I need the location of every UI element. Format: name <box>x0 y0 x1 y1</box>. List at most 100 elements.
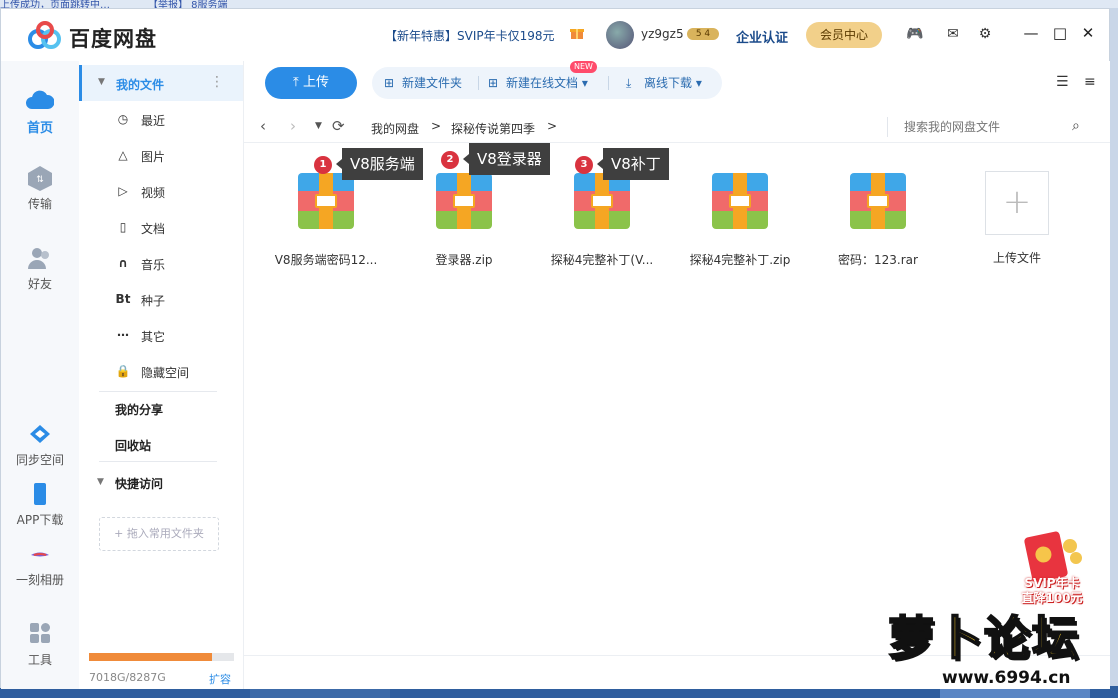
sidebar-item-label: 图片 <box>141 150 166 164</box>
sidebar-item-label: 文档 <box>141 222 166 236</box>
nav-tools[interactable]: 工具 <box>1 621 79 668</box>
annotation-label: V8服务端 <box>336 148 423 180</box>
document-icon: ▯ <box>119 220 127 234</box>
list-view-icon[interactable]: ≡ <box>1084 74 1096 90</box>
sidebar-item-label: 视频 <box>141 186 166 200</box>
nav-sync-space[interactable]: 同步空间 <box>1 421 79 468</box>
zip-file-icon <box>574 173 630 229</box>
album-icon <box>31 552 49 557</box>
caret-down-icon[interactable]: ▼ <box>97 477 104 487</box>
upload-button-label: 上传 <box>302 75 329 90</box>
enterprise-auth-link[interactable]: 企业认证 <box>736 27 788 46</box>
caret-down-icon[interactable]: ▼ <box>98 77 105 87</box>
sidebar-item-label: 其它 <box>141 330 166 344</box>
breadcrumb-root[interactable]: 我的网盘 <box>371 120 419 137</box>
sidebar-item-other[interactable]: ⋯ 其它 <box>79 317 243 353</box>
storage-usage-bar <box>89 653 234 661</box>
sidebar-item-videos[interactable]: ▷ 视频 <box>79 173 243 209</box>
sidebar-item-torrents[interactable]: Bt 种子 <box>79 281 243 317</box>
mail-icon[interactable]: ✉ <box>944 25 962 43</box>
annotation-label: V8补丁 <box>597 148 669 180</box>
nav-friends[interactable]: 好友 <box>1 245 79 292</box>
file-item[interactable]: 探秘4完整补丁(V... <box>538 173 666 268</box>
nav-transfer[interactable]: ⇅ 传输 <box>1 165 79 212</box>
zip-file-icon <box>298 173 354 229</box>
nav-tools-label: 工具 <box>27 653 52 667</box>
watermark: 萝卜论坛 www.6994.cn <box>872 596 1112 692</box>
maximize-icon[interactable]: □ <box>1050 23 1070 43</box>
annotation-number: 2 <box>441 151 459 169</box>
new-folder-button[interactable]: ⊞ 新建文件夹 <box>384 67 462 99</box>
gift-icon[interactable] <box>570 26 584 40</box>
back-icon[interactable]: ‹ <box>260 117 266 135</box>
expand-storage-link[interactable]: 扩容 <box>209 671 231 687</box>
close-icon[interactable]: ✕ <box>1078 23 1098 43</box>
sidebar-item-images[interactable]: △ 图片 <box>79 137 243 173</box>
sidebar-item-my-share[interactable]: 我的分享 <box>115 401 163 418</box>
divider <box>99 391 217 392</box>
nav-album[interactable]: 一刻相册 <box>1 541 79 588</box>
lock-icon: 🔒 <box>115 364 131 378</box>
file-item[interactable]: V8服务端密码12... <box>262 173 390 268</box>
baidu-netdisk-logo <box>28 21 61 49</box>
annotation-number: 1 <box>314 156 332 174</box>
brand-name: 百度网盘 <box>69 27 157 51</box>
nav-friends-label: 好友 <box>27 277 52 291</box>
forward-icon[interactable]: › <box>290 117 296 135</box>
annotation-number: 3 <box>575 156 593 174</box>
sidebar-item-my-files[interactable]: ▼ 我的文件 ⋮ <box>79 65 243 101</box>
upload-icon: ⤒ <box>293 75 303 90</box>
vip-center-button[interactable]: 会员中心 <box>806 22 882 48</box>
sort-icon[interactable]: ☰ <box>1056 74 1069 90</box>
plus-icon: + <box>1002 182 1032 222</box>
sidebar-item-music[interactable]: ∩ 音乐 <box>79 245 243 281</box>
search-input[interactable] <box>887 117 1087 137</box>
search-icon[interactable]: ⌕ <box>1072 118 1080 134</box>
sidebar-item-hidden-space[interactable]: 🔒 隐藏空间 <box>79 353 243 389</box>
chevron-down-icon: ▾ <box>581 76 588 90</box>
more-icon: ⋯ <box>117 328 129 342</box>
sidebar-item-documents[interactable]: ▯ 文档 <box>79 209 243 245</box>
file-name: 探秘4完整补丁.zip <box>689 253 791 267</box>
sidebar-item-recycle-bin[interactable]: 回收站 <box>115 437 151 454</box>
gamepad-icon[interactable]: 🎮 <box>906 25 924 43</box>
upload-file-tile[interactable]: + <box>985 171 1049 235</box>
sidebar-item-label: 音乐 <box>141 258 166 272</box>
breadcrumb-separator: > <box>431 119 442 133</box>
toolbar-action-group: ⊞ 新建文件夹 ⊞ 新建在线文档 ▾ ⤓ 离线下载 ▾ <box>372 67 722 99</box>
file-item[interactable]: 探秘4完整补丁.zip <box>676 173 804 268</box>
watermark-text: 萝卜论坛 <box>887 610 1080 666</box>
new-badge: NEW <box>570 61 597 73</box>
offline-download-label: 离线下载 <box>644 76 693 90</box>
offline-download-button[interactable]: ⤓ 离线下载 ▾ <box>626 67 702 99</box>
minimize-icon[interactable]: — <box>1021 23 1041 43</box>
left-navigation: 首页 ⇅ 传输 好友 同步空间 APP下载 一刻相册 工具 <box>1 61 79 689</box>
refresh-icon[interactable]: ⟳ <box>332 117 345 135</box>
new-folder-label: 新建文件夹 <box>402 76 463 90</box>
svip-promo-link[interactable]: 【新年特惠】SVIP年卡仅198元 <box>385 27 555 44</box>
username[interactable]: yz9gz5 <box>641 27 684 41</box>
more-vertical-icon[interactable]: ⋮ <box>210 74 224 90</box>
divider <box>99 461 217 462</box>
cloud-icon <box>26 90 54 109</box>
nav-app-download[interactable]: APP下载 <box>1 481 79 528</box>
svip-promo-line1: SVIP年卡 <box>1024 576 1080 590</box>
upload-button[interactable]: ⤒ 上传 <box>265 67 357 99</box>
file-item[interactable]: 登录器.zip <box>400 173 528 268</box>
zip-file-icon <box>436 173 492 229</box>
drop-folder-zone[interactable]: + 拖入常用文件夹 <box>99 517 219 551</box>
title-bar: 百度网盘 【新年特惠】SVIP年卡仅198元 yz9gz5 5 4 企业认证 会… <box>1 9 1109 61</box>
doc-plus-icon: ⊞ <box>488 76 499 90</box>
nav-home-label: 首页 <box>26 121 53 136</box>
avatar[interactable] <box>606 21 634 49</box>
nav-home[interactable]: 首页 <box>1 87 79 136</box>
path-bar: ‹ › ▼ ⟳ 我的网盘 > 探秘传说第四季 > ⌕ <box>244 111 1110 143</box>
new-online-doc-label: 新建在线文档 <box>506 76 579 90</box>
gear-icon[interactable]: ⚙ <box>976 25 994 43</box>
download-icon: ⤓ <box>626 76 632 90</box>
breadcrumb-current[interactable]: 探秘传说第四季 <box>451 120 535 137</box>
sidebar-item-recent[interactable]: ◷ 最近 <box>79 101 243 137</box>
file-item[interactable]: 密码：123.rar <box>814 173 942 268</box>
sync-icon <box>30 425 50 443</box>
history-dropdown-icon[interactable]: ▼ <box>315 121 322 131</box>
